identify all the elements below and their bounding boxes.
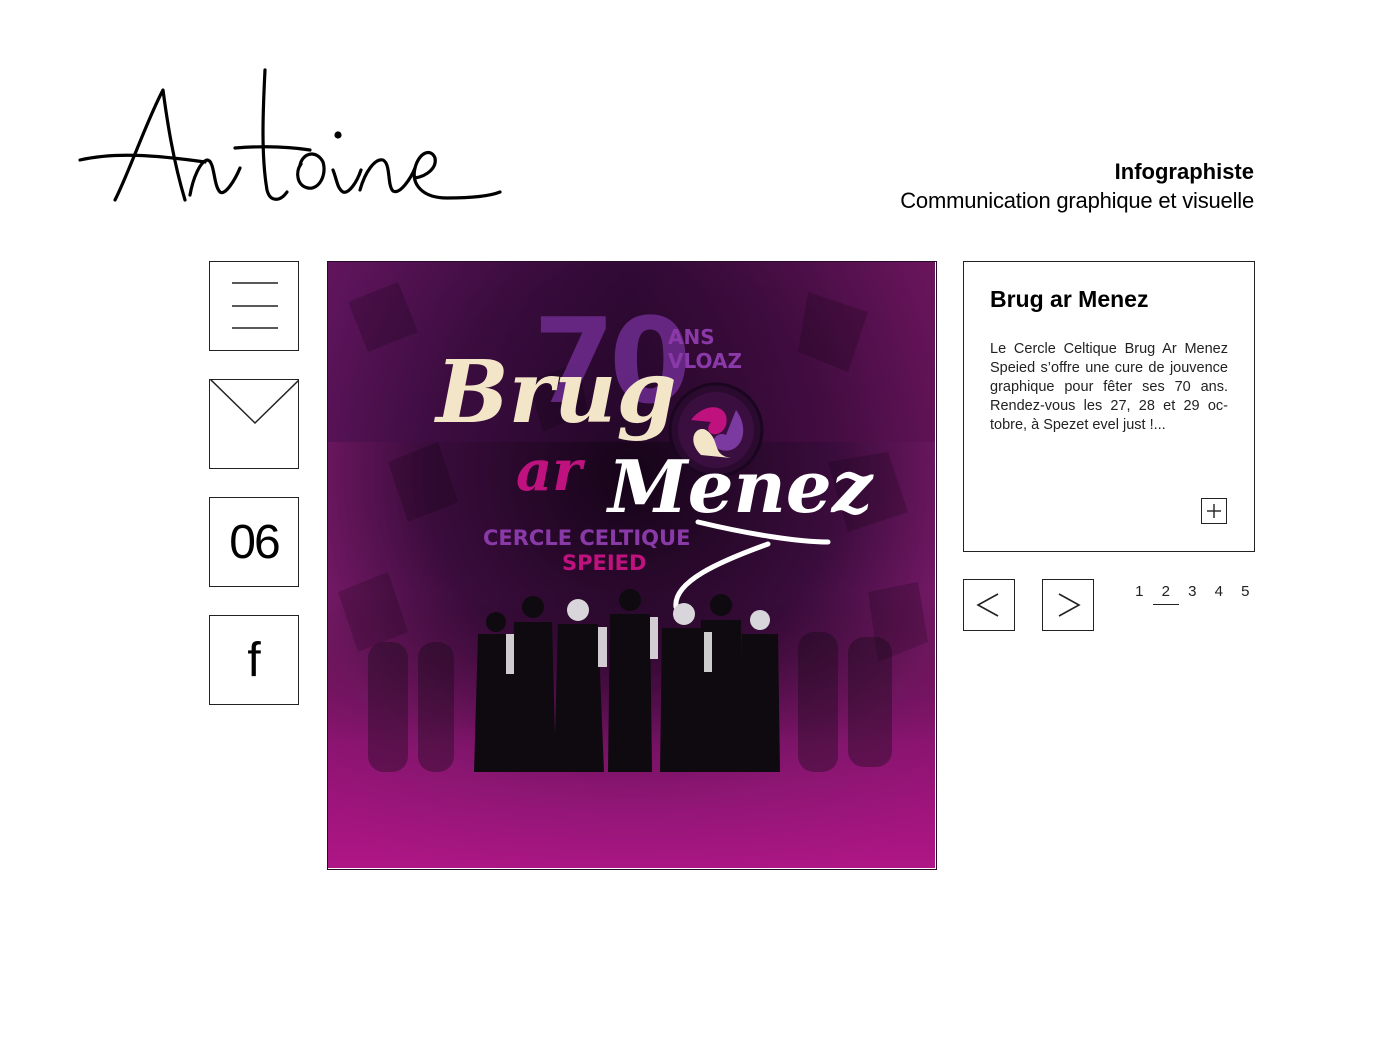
facebook-button[interactable]: f [209, 615, 299, 705]
pagination: 1 2 3 4 5 [1126, 582, 1259, 605]
next-button[interactable] [1042, 579, 1094, 631]
phone-label: 06 [229, 515, 280, 569]
project-info-card: Brug ar Menez Le Cercle Celtique Brug Ar… [963, 261, 1255, 552]
header-tagline: Infographiste Communication graphique et… [900, 157, 1254, 215]
phone-button[interactable]: 06 [209, 497, 299, 587]
previous-button[interactable] [963, 579, 1015, 631]
read-more-button[interactable] [1201, 498, 1227, 524]
card-title: Brug ar Menez [990, 286, 1149, 312]
page-link-active[interactable]: 2 [1152, 582, 1179, 605]
antoine-signature-logo[interactable] [75, 60, 510, 215]
page-link[interactable]: 5 [1232, 582, 1259, 605]
poster-menez: Menez [605, 444, 875, 529]
role-subtitle: Communication graphique et visuelle [900, 188, 1254, 213]
plus-icon [1207, 504, 1221, 518]
poster-vloaz: VLOAZ [668, 349, 742, 373]
chevron-right-icon [1058, 593, 1081, 617]
role-title: Infographiste [1114, 159, 1254, 184]
facebook-icon: f [247, 633, 261, 687]
menu-button[interactable] [209, 261, 299, 351]
poster-ar: ar [516, 438, 585, 504]
page-link[interactable]: 1 [1126, 582, 1153, 605]
poster-cercle: CERCLE CELTIQUE [483, 526, 690, 550]
envelope-icon [210, 379, 298, 425]
page-link[interactable]: 4 [1206, 582, 1233, 605]
chevron-left-icon [976, 593, 999, 617]
poster-speied: SPEIED [562, 551, 646, 575]
email-button[interactable] [209, 379, 299, 469]
card-description: Le Cercle Celtique Brug Ar Menez Speied … [990, 341, 1228, 433]
project-poster-image[interactable]: 70 ANS VLOAZ Brug ar Menez CERCLE CELTIQ… [327, 261, 937, 870]
page-link[interactable]: 3 [1179, 582, 1206, 605]
poster-brug: Brug [433, 342, 677, 443]
hamburger-icon [232, 282, 278, 329]
